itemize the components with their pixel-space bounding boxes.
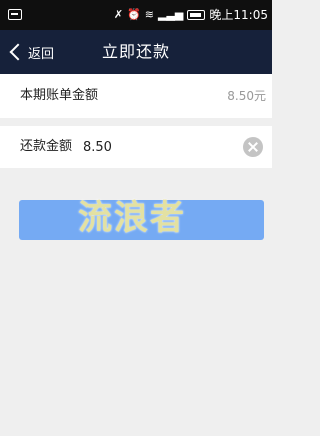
nav-bar: 返回 立即还款 [0, 30, 272, 74]
page-title: 立即还款 [101, 42, 170, 61]
repay-amount-input[interactable] [83, 135, 223, 159]
status-time: 晚上11:05 [209, 8, 268, 22]
notification-icon [8, 9, 22, 20]
repay-amount-row: 还款金额 [0, 126, 272, 168]
status-bar: ✗ ⏰ ≋ ▂▃▅ 晚上11:05 [0, 0, 272, 30]
bill-amount-row: 本期账单金额 8.50元 [0, 74, 272, 118]
battery-icon [187, 10, 206, 20]
status-icons: ✗ ⏰ ≋ ▂▃▅ 晚上11:05 [114, 8, 268, 22]
mute-icon: ✗ [113, 8, 124, 21]
alarm-icon: ⏰ [127, 8, 141, 21]
signal-icon: ▂▃▅ [158, 8, 184, 21]
repay-submit-button[interactable] [19, 200, 264, 240]
clear-icon[interactable] [243, 137, 263, 157]
bill-amount-value: 8.50元 [227, 89, 266, 103]
repay-amount-label: 还款金额 [20, 139, 73, 154]
bill-amount-label: 本期账单金额 [20, 88, 99, 103]
wifi-icon: ≋ [144, 8, 155, 21]
